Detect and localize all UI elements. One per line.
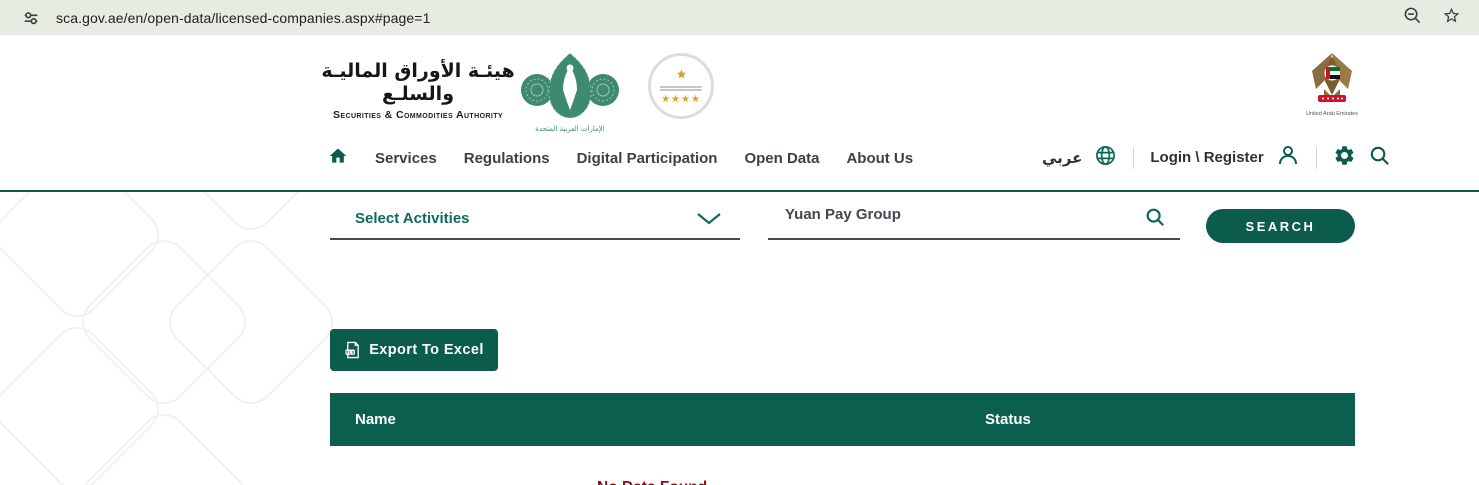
header-utility-nav: عربي Login \ Register (1042, 143, 1391, 172)
table-header-row: Name Status (330, 393, 1355, 446)
nav-item-open-data[interactable]: Open Data (744, 150, 819, 167)
activities-dropdown-label: Select Activities (355, 210, 470, 227)
nav-item-services[interactable]: Services (375, 150, 437, 167)
field-search-icon[interactable] (1144, 206, 1166, 233)
activities-dropdown[interactable]: Select Activities (330, 194, 740, 240)
background-diamond-pattern (0, 192, 380, 485)
main-nav: Services Regulations Digital Participati… (328, 146, 913, 171)
settings-gear-icon[interactable] (1333, 144, 1356, 172)
company-search-field (768, 194, 1180, 240)
excel-file-icon: XLS (344, 341, 361, 359)
login-register-link[interactable]: Login \ Register (1150, 149, 1263, 166)
sca-logo-english: Securities & Commodities Authority (333, 108, 503, 121)
export-button-label: Export To Excel (369, 342, 484, 358)
sca-logo[interactable]: هيئـة الأوراق الماليـة والسلـع Securitie… (318, 60, 518, 121)
badge-stars: ★★★★ (661, 93, 701, 105)
home-icon[interactable] (328, 146, 348, 171)
site-settings-icon[interactable] (22, 9, 40, 27)
search-button[interactable]: SEARCH (1206, 209, 1355, 243)
main-content: Select Activities SEARCH (0, 192, 1479, 485)
badge-text-lines (660, 84, 702, 93)
chevron-down-icon[interactable] (696, 212, 722, 231)
star-rating-badge-icon: ★★★★ (648, 53, 714, 119)
nav-item-about-us[interactable]: About Us (846, 150, 913, 167)
divider (1315, 146, 1317, 169)
url-text[interactable]: sca.gov.ae/en/open-data/licensed-compani… (56, 10, 430, 26)
company-search-input[interactable] (785, 206, 1115, 223)
badge-star-icon (676, 69, 686, 79)
export-to-excel-button[interactable]: XLS Export To Excel (330, 329, 498, 371)
column-header-status[interactable]: Status (960, 411, 1031, 428)
no-data-message: No Data Found (597, 479, 707, 485)
sca-falcon-emblem-icon: الإمارات العربية المتحدة (518, 48, 622, 141)
zoom-out-icon[interactable] (1403, 6, 1422, 30)
uae-falcon-icon (1312, 53, 1352, 102)
user-icon[interactable] (1276, 143, 1300, 172)
bookmark-star-icon[interactable] (1442, 6, 1461, 30)
site-header: هيئـة الأوراق الماليـة والسلـع Securitie… (0, 35, 1479, 190)
browser-address-bar: sca.gov.ae/en/open-data/licensed-compani… (0, 0, 1479, 35)
nav-item-digital-participation[interactable]: Digital Participation (577, 150, 718, 167)
falcon-emblem-caption: الإمارات العربية المتحدة (535, 125, 604, 133)
language-switch[interactable]: عربي (1042, 149, 1082, 167)
uae-caption: United Arab Emirates (1306, 111, 1358, 117)
page: هيئـة الأوراق الماليـة والسلـع Securitie… (0, 35, 1479, 485)
uae-coat-of-arms: United Arab Emirates (1304, 51, 1360, 117)
divider (1133, 146, 1135, 169)
results-table: Name Status (330, 393, 1355, 446)
globe-icon[interactable] (1094, 144, 1117, 172)
header-search-icon[interactable] (1368, 144, 1391, 172)
svg-text:XLS: XLS (346, 350, 355, 355)
sca-logo-arabic: هيئـة الأوراق الماليـة والسلـع (321, 60, 515, 105)
nav-item-regulations[interactable]: Regulations (464, 150, 550, 167)
column-header-name[interactable]: Name (330, 411, 960, 428)
